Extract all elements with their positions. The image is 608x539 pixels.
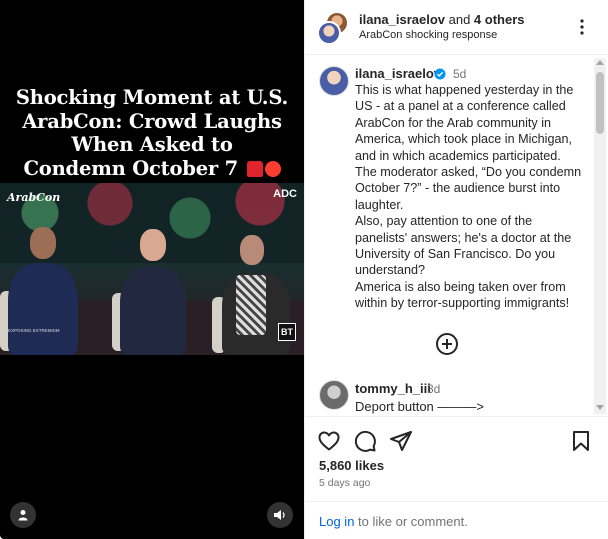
bookmark-icon[interactable]	[569, 429, 593, 453]
authors-joiner: and	[445, 12, 474, 27]
comment-text: Deport button ———>	[355, 399, 484, 414]
post-details-panel: ilana_israelov and 4 others ArabCon shoc…	[304, 0, 608, 539]
more-options-icon	[580, 19, 584, 35]
post-video[interactable]: Shocking Moment at U.S. ArabCon: Crowd L…	[0, 0, 304, 539]
adc-logo: ADC	[273, 188, 297, 200]
siren-emoji-icon	[246, 160, 263, 177]
avatar[interactable]	[319, 380, 349, 410]
volume-icon	[274, 510, 285, 520]
caption-paragraph: This is what happened yesterday in the U…	[355, 83, 574, 163]
others-link[interactable]: 4 others	[474, 12, 525, 27]
comment-timestamp[interactable]: 3d	[427, 382, 440, 396]
caption-timestamp[interactable]: 5d	[453, 67, 466, 81]
share-icon[interactable]	[389, 429, 413, 453]
verified-badge-icon	[434, 68, 446, 80]
arabcon-logo: ArabCon	[7, 191, 61, 204]
headline-line-1: Shocking Moment at U.S.	[15, 86, 289, 109]
comments-section: ilana_israelov 5d This is what happened …	[305, 56, 608, 416]
audio-toggle-button[interactable]	[267, 502, 293, 528]
post-header: ilana_israelov and 4 others ArabCon shoc…	[305, 0, 608, 55]
headline-line-4: Condemn October 7	[0, 157, 304, 181]
avatar[interactable]	[319, 66, 349, 96]
panelist-right-head	[240, 235, 264, 265]
scroll-up-arrow-icon[interactable]	[596, 60, 604, 65]
user-icon	[18, 510, 28, 521]
headline-line-4-text: Condemn October 7	[23, 156, 238, 180]
heart-icon[interactable]	[317, 429, 341, 453]
caption-paragraph: America is also being taken over from wi…	[355, 279, 570, 311]
caption-paragraph: Also, pay attention to one of the paneli…	[355, 214, 572, 278]
login-link[interactable]: Log in	[319, 514, 354, 529]
caption-text: This is what happened yesterday in the U…	[355, 82, 587, 312]
login-text: Log in to like or comment.	[319, 514, 468, 529]
comment-username[interactable]: tommy_h_iii	[355, 381, 431, 396]
video-headline: Shocking Moment at U.S. ArabCon: Crowd L…	[0, 86, 304, 180]
headline-line-2: ArabCon: Crowd Laughs	[22, 109, 282, 133]
caption-paragraph: The moderator asked, “Do you condemn Oct…	[355, 165, 582, 212]
avatar	[317, 21, 341, 45]
scroll-down-arrow-icon[interactable]	[596, 405, 604, 410]
author-username-link[interactable]: ilana_israelov	[359, 12, 445, 27]
panelist-left	[8, 263, 78, 355]
headline-line-3: When Asked to	[71, 133, 233, 156]
login-rest-text: to like or comment.	[354, 514, 468, 529]
tagged-users-button[interactable]	[10, 502, 36, 528]
comment-icon[interactable]	[353, 429, 377, 453]
post-subtitle[interactable]: ArabCon shocking response	[359, 29, 497, 41]
bt-badge: BT	[278, 323, 296, 341]
panelist-right-scarf	[236, 275, 266, 335]
panelist-center	[120, 267, 186, 355]
login-prompt: Log in to like or comment.	[305, 501, 608, 539]
video-watermark: EXPOSING EXTREMISM	[8, 328, 60, 333]
more-options-button[interactable]	[575, 18, 589, 36]
load-more-icon[interactable]	[435, 332, 459, 356]
angry-face-emoji-icon	[264, 160, 281, 177]
scrollbar-thumb[interactable]	[596, 72, 604, 134]
post-authors: ilana_israelov and 4 others	[359, 12, 525, 27]
likes-count[interactable]: 5,860 likes	[319, 458, 384, 473]
collab-avatars[interactable]	[317, 11, 351, 45]
video-frame: ArabCon ADC EXPOSING EXTREMISM BT	[0, 183, 304, 355]
panelist-left-head	[30, 227, 56, 259]
post-date[interactable]: 5 days ago	[319, 477, 370, 489]
caption-username[interactable]: ilana_israelov	[355, 66, 441, 81]
panelist-center-head	[140, 229, 166, 261]
adc-logo-text: ADC	[273, 188, 297, 200]
comments-scrollbar[interactable]	[594, 58, 606, 414]
post-actions: 5,860 likes 5 days ago	[305, 416, 608, 501]
